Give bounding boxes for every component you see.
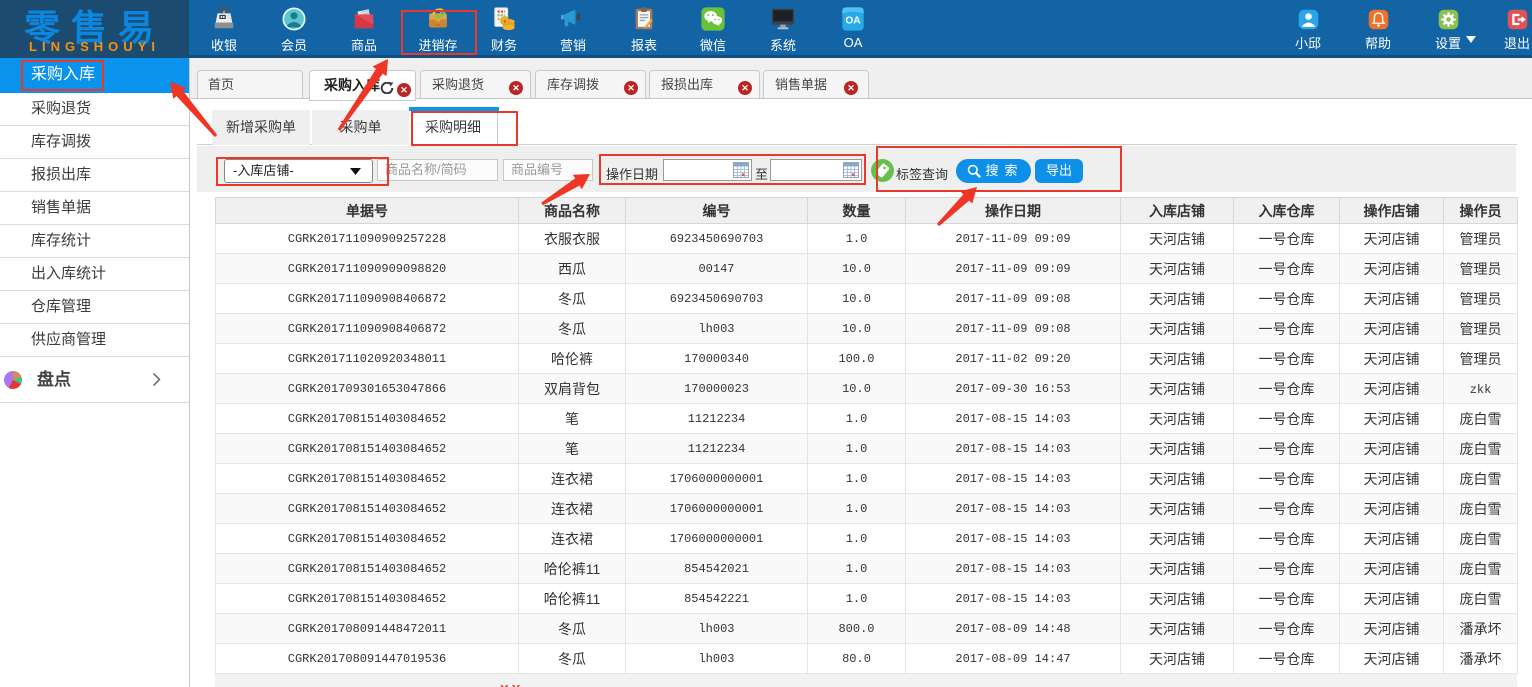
svg-text:OA: OA <box>845 16 861 27</box>
